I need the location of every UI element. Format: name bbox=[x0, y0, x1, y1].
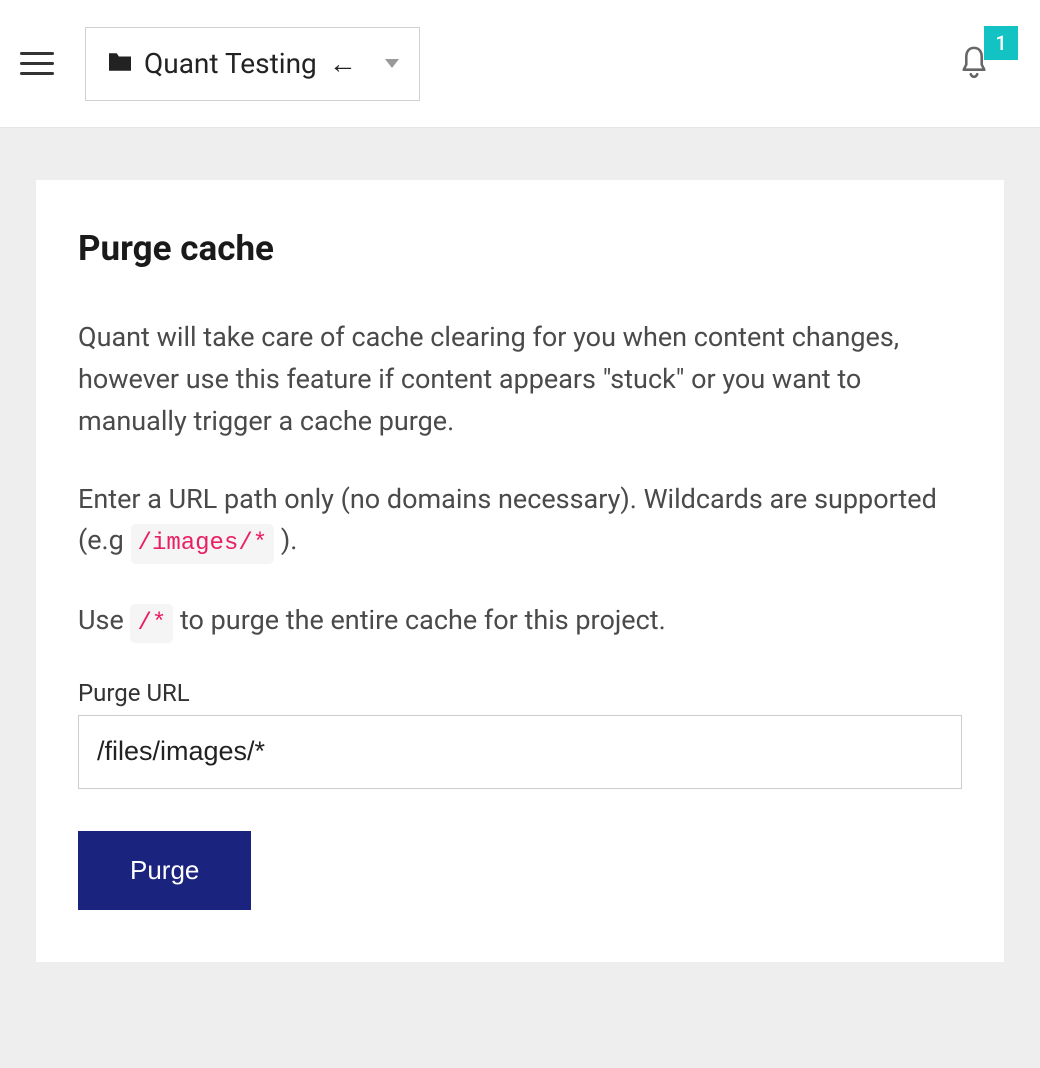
folder-icon bbox=[106, 51, 134, 77]
purge-url-input[interactable] bbox=[78, 715, 962, 789]
arrow-left-icon: ← bbox=[329, 47, 357, 80]
page-title: Purge cache bbox=[78, 228, 962, 269]
code-example-images: /images/* bbox=[131, 524, 275, 563]
desc3-suffix: to purge the entire cache for this proje… bbox=[173, 604, 665, 636]
app-header: Quant Testing ← 1 bbox=[0, 0, 1040, 128]
project-selector-dropdown[interactable]: Quant Testing ← bbox=[85, 27, 420, 101]
notification-area: 1 bbox=[958, 44, 998, 84]
purge-button[interactable]: Purge bbox=[78, 831, 251, 910]
hamburger-menu-button[interactable] bbox=[20, 44, 60, 84]
desc2-suffix: ). bbox=[274, 524, 297, 556]
purge-url-label: Purge URL bbox=[78, 679, 962, 707]
notification-count-badge: 1 bbox=[984, 26, 1018, 60]
project-name-label: Quant Testing bbox=[144, 47, 317, 80]
content-area: Purge cache Quant will take care of cach… bbox=[0, 128, 1040, 1068]
description-paragraph-3: Use /* to purge the entire cache for thi… bbox=[78, 600, 962, 643]
description-paragraph-2: Enter a URL path only (no domains necess… bbox=[78, 479, 962, 564]
notification-bell-button[interactable]: 1 bbox=[958, 44, 998, 84]
code-example-all: /* bbox=[130, 604, 173, 643]
desc3-prefix: Use bbox=[78, 604, 130, 636]
purge-cache-card: Purge cache Quant will take care of cach… bbox=[36, 180, 1004, 962]
chevron-down-icon bbox=[385, 59, 399, 68]
description-paragraph-1: Quant will take care of cache clearing f… bbox=[78, 317, 962, 443]
